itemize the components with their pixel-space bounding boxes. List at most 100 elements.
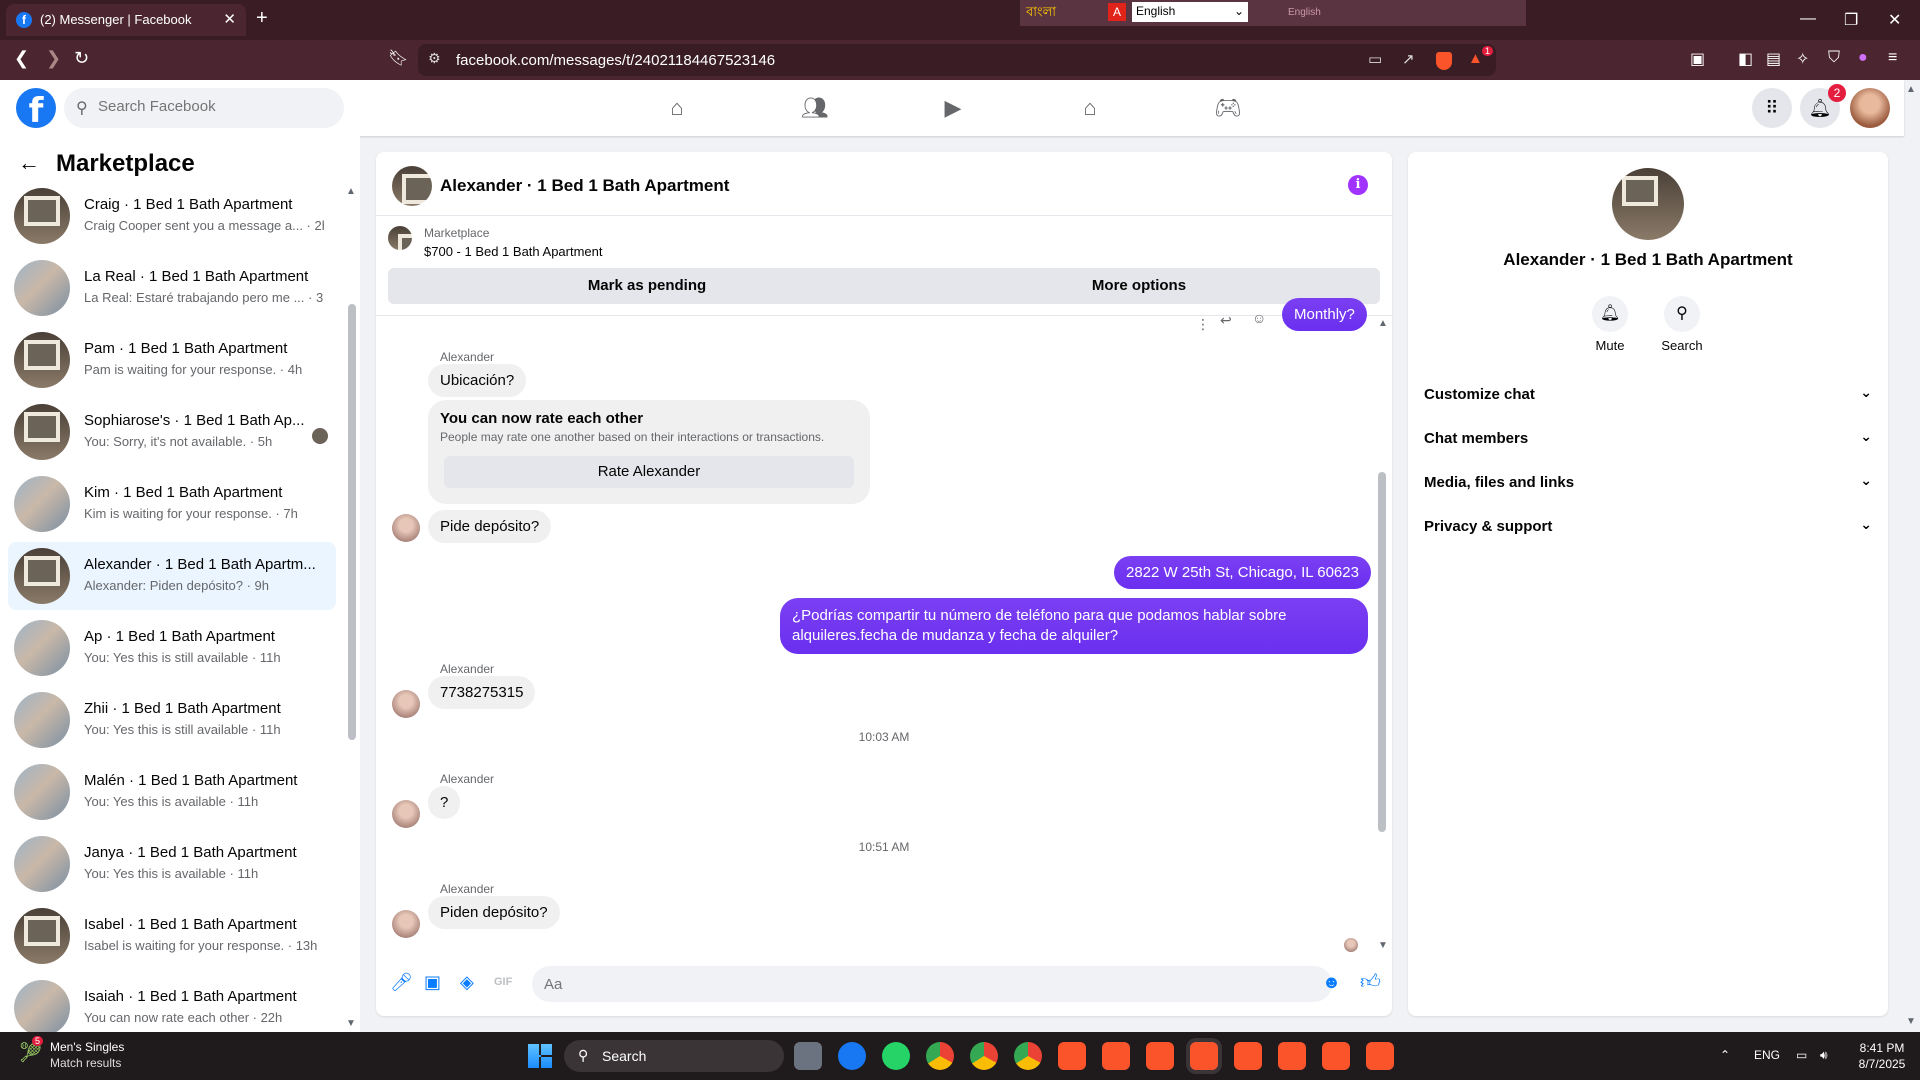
input-language[interactable]: ENG [1754,1048,1780,1062]
sender-avatar[interactable] [392,800,420,828]
cast-icon[interactable]: ▭ [1368,50,1382,68]
taskbar-search[interactable]: ⚲ Search [564,1040,784,1072]
brave-app-icon[interactable] [1234,1042,1262,1070]
brave-shields-icon[interactable] [1436,52,1452,70]
menu-icon[interactable]: ≡ [1888,49,1897,67]
minimize-icon[interactable]: — [1800,10,1816,28]
conversation-item[interactable]: Pam · 1 Bed 1 Bath Apartment Pam is waiti… [8,326,336,394]
chat-title[interactable]: Alexander · 1 Bed 1 Bath Apartment [440,176,729,196]
chrome-icon[interactable] [1014,1042,1042,1070]
thumbs-up-icon[interactable]: 👍︎ [1360,970,1381,994]
more-actions-icon[interactable]: ⋮ [1196,316,1210,333]
brave-app-icon[interactable] [1366,1042,1394,1070]
site-info-icon[interactable]: ⚙ [428,50,441,67]
home-nav-icon[interactable]: ⌂ [621,80,733,136]
share-icon[interactable]: ↗ [1402,50,1415,68]
chat-avatar[interactable] [392,166,432,206]
chat-scroll-up-icon[interactable]: ▲ [1378,318,1388,329]
conversation-item[interactable]: Craig · 1 Bed 1 Bath Apartment Craig Coop… [8,182,336,250]
bookmark-icon[interactable]: 🔖︎ [388,48,408,68]
close-tab-icon[interactable]: ✕ [223,10,236,28]
scroll-up-icon[interactable]: ▲ [346,186,356,197]
incoming-message[interactable]: Pide depósito? [428,510,552,543]
tray-chevron-icon[interactable]: ⌃ [1720,1048,1730,1062]
chat-info-avatar[interactable] [1612,168,1684,240]
forward-icon[interactable]: ❯ [46,48,61,69]
search-icon[interactable]: ⚲ [1664,296,1700,332]
reader-mode-icon[interactable]: ▣ [1690,49,1705,69]
conversation-item[interactable]: Malén · 1 Bed 1 Bath Apartment You: Yes t… [8,758,336,826]
privacy-support-section[interactable]: Privacy & support ⌄ [1424,504,1872,548]
brave-app-icon[interactable] [1058,1042,1086,1070]
sender-avatar[interactable] [392,910,420,938]
marketplace-nav-icon[interactable]: ⌂ [1034,80,1146,136]
gif-icon[interactable]: GIF [494,976,512,988]
brave-app-icon[interactable] [1146,1042,1174,1070]
conversation-item[interactable]: Sophiarose's · 1 Bed 1 Bath Ap... You: So… [8,398,336,466]
menu-grid-icon[interactable]: ⠿ [1752,88,1792,128]
incoming-message[interactable]: Piden depósito? [428,896,560,929]
reload-icon[interactable]: ↻ [74,48,89,69]
restore-icon[interactable]: ❐ [1844,10,1858,30]
reply-icon[interactable]: ↩ [1220,312,1232,329]
sidebar-icon[interactable]: ◧ [1738,49,1753,69]
friends-nav-icon[interactable]: 👥︎ [759,80,871,136]
leo-ai-icon[interactable]: ✧ [1796,49,1809,69]
profile-icon[interactable]: ● [1858,49,1868,67]
search-label[interactable]: Search [1642,338,1722,353]
adobe-icon[interactable]: A [1108,3,1126,21]
react-icon[interactable]: ☺ [1252,310,1266,326]
brave-app-icon[interactable] [1102,1042,1130,1070]
page-scroll-up-icon[interactable]: ▲ [1906,84,1916,95]
conversation-scrollbar[interactable] [348,304,356,740]
brave-rewards-icon[interactable]: ▲ [1468,50,1483,67]
brave-app-icon[interactable] [1278,1042,1306,1070]
chat-scrollbar[interactable] [1378,472,1386,832]
watch-nav-icon[interactable]: ▶ [897,80,1009,136]
windows-start-icon[interactable] [528,1044,552,1068]
facebook-logo[interactable]: f [16,88,56,131]
conversation-item[interactable]: Alexander · 1 Bed 1 Bath Apartm... Alexan… [8,542,336,610]
conversation-item[interactable]: Janya · 1 Bed 1 Bath Apartment You: Yes t… [8,830,336,898]
scroll-down-icon[interactable]: ▼ [346,1018,356,1029]
page-scroll-down-icon[interactable]: ▼ [1906,1016,1916,1027]
facebook-app-icon[interactable] [838,1042,866,1070]
incoming-message[interactable]: 7738275315 [428,676,536,709]
media-files-links-section[interactable]: Media, files and links ⌄ [1424,460,1872,504]
microphone-icon[interactable]: 🎤︎ [390,972,413,993]
language-select[interactable]: English ⌄ [1132,2,1248,22]
new-tab-button[interactable]: + [256,8,268,28]
volume-icon[interactable]: 🔊︎ [1820,1048,1828,1063]
wallet-icon[interactable]: ▤ [1766,49,1781,69]
gaming-nav-icon[interactable]: 🎮︎ [1172,80,1284,136]
facebook-search-input[interactable] [98,98,328,115]
chat-scroll-down-icon[interactable]: ▼ [1378,940,1388,951]
brave-app-icon[interactable] [1190,1042,1218,1070]
conversation-item[interactable]: La Real · 1 Bed 1 Bath Apartment La Real:… [8,254,336,322]
brave-app-icon[interactable] [1322,1042,1350,1070]
sticker-icon[interactable]: ◈ [460,972,474,993]
clock[interactable]: 8:41 PM 8/7/2025 [1852,1040,1912,1072]
network-icon[interactable]: ▭ [1796,1048,1807,1062]
back-arrow-icon[interactable]: ← [18,150,40,176]
outgoing-message[interactable]: 2822 W 25th St, Chicago, IL 60623 [1114,556,1371,589]
chat-members-section[interactable]: Chat members ⌄ [1424,416,1872,460]
outgoing-message-partial[interactable]: Monthly? [1282,298,1367,331]
account-avatar[interactable] [1850,88,1890,128]
conversation-item[interactable]: Isabel · 1 Bed 1 Bath Apartment Isabel is… [8,902,336,970]
mute-label[interactable]: Mute [1570,338,1650,353]
sender-avatar[interactable] [392,690,420,718]
listing-title[interactable]: $700 - 1 Bed 1 Bath Apartment [424,244,603,259]
incoming-message[interactable]: ? [428,786,461,819]
emoji-icon[interactable]: ☻ [1322,972,1341,993]
back-icon[interactable]: ❮ [14,48,29,69]
message-input[interactable] [532,966,1332,1002]
mark-pending-button[interactable]: Mark as pending [388,268,906,304]
whatsapp-icon[interactable] [882,1042,910,1070]
task-view-icon[interactable] [794,1042,822,1070]
photo-icon[interactable]: ▣ [424,972,441,993]
customize-chat-section[interactable]: Customize chat ⌄ [1424,372,1872,416]
sender-avatar[interactable] [392,514,420,542]
conversation-item[interactable]: Zhii · 1 Bed 1 Bath Apartment You: Yes th… [8,686,336,754]
conversation-item[interactable]: Kim · 1 Bed 1 Bath Apartment Kim is waiti… [8,470,336,538]
